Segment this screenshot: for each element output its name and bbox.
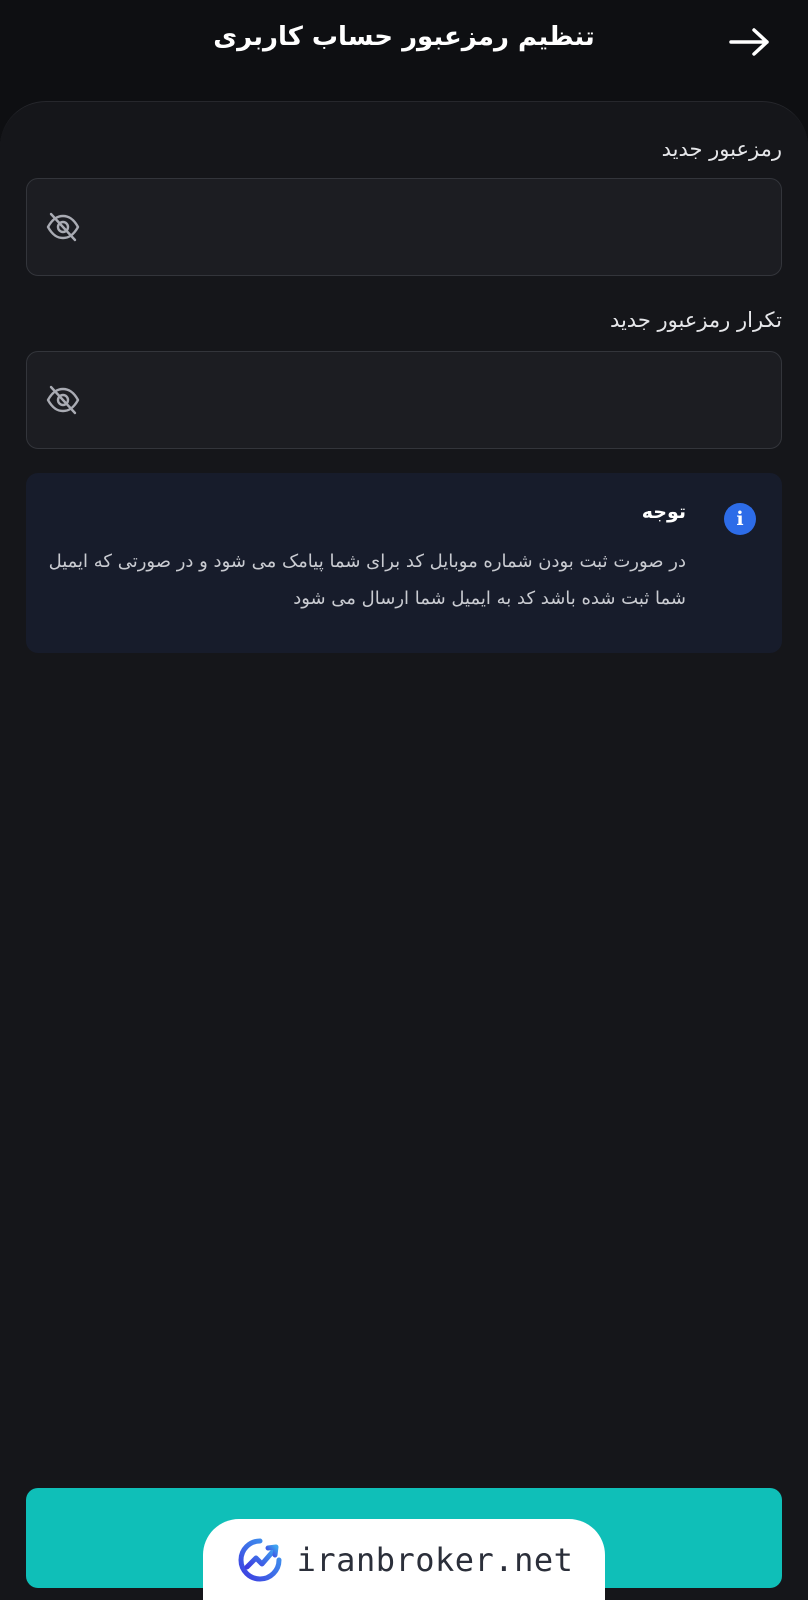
- app-header: تنظیم رمزعبور حساب کاربری: [0, 0, 808, 100]
- new-password-field[interactable]: [26, 178, 782, 276]
- confirm-password-label: تکرار رمزعبور جدید: [609, 308, 782, 332]
- notice-text: در صورت ثبت بودن شماره موبایل کد برای شم…: [48, 551, 686, 609]
- confirm-password-field[interactable]: [26, 351, 782, 449]
- new-password-label: رمزعبور جدید: [661, 137, 782, 161]
- eye-off-icon[interactable]: [45, 209, 81, 245]
- new-password-input[interactable]: [117, 179, 757, 275]
- watermark-text: iranbroker.net: [296, 1540, 574, 1579]
- info-icon: i: [724, 503, 756, 535]
- trend-chart-logo-icon: [238, 1538, 282, 1581]
- arrow-right-icon: [729, 28, 769, 56]
- notice-box: i توجه در صورت ثبت بودن شماره موبایل کد …: [26, 473, 782, 653]
- back-button[interactable]: [726, 22, 774, 62]
- page-title: تنظیم رمزعبور حساب کاربری: [213, 22, 595, 52]
- confirm-password-input[interactable]: [117, 352, 757, 448]
- content-panel: رمزعبور جدید تکرار رمزعبور جدید: [0, 101, 808, 1600]
- eye-off-icon[interactable]: [45, 382, 81, 418]
- watermark: iranbroker.net: [203, 1519, 605, 1600]
- notice-title: توجه: [641, 501, 686, 523]
